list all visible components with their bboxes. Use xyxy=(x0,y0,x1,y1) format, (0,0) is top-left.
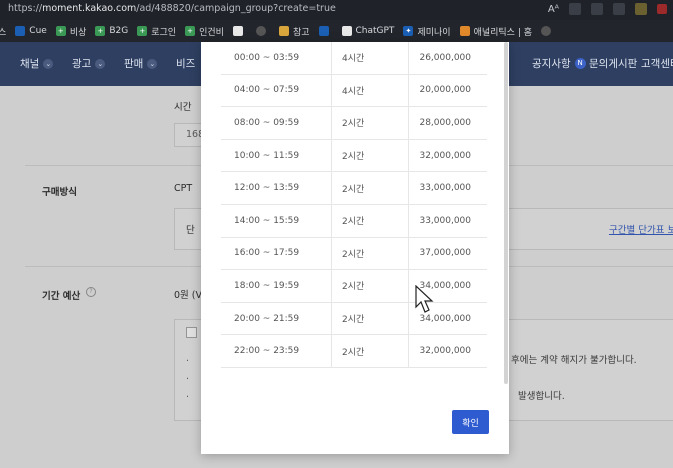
time-cell: 20:00 ~ 21:59 xyxy=(221,302,332,336)
time-slot-price-table: 00:00 ~ 03:59 4시간 26,000,000 04:00 ~ 07:59 4… xyxy=(221,42,487,368)
favorite-star-icon[interactable] xyxy=(569,3,581,15)
modal-scrollbar[interactable] xyxy=(504,42,508,384)
nav-inquiry-board[interactable]: 문의게시판 xyxy=(589,56,637,71)
table-row: 16:00 ~ 17:59 2시간 37,000,000 xyxy=(221,237,487,271)
duration-cell: 2시간 xyxy=(331,237,409,271)
grid-icon xyxy=(15,26,26,36)
time-cell: 08:00 ~ 09:59 xyxy=(221,106,332,140)
bookmark-item[interactable]: 스 xyxy=(0,25,6,38)
price-cell: 28,000,000 xyxy=(408,106,487,140)
circle-icon xyxy=(255,26,266,36)
nav-customer-center[interactable]: 고객센터 xyxy=(641,56,673,71)
price-cell: 20,000,000 xyxy=(408,74,487,108)
sparkle-icon: ✦ xyxy=(403,26,414,36)
time-cell: 14:00 ~ 15:59 xyxy=(221,204,332,238)
bookmark-item[interactable] xyxy=(541,26,555,36)
read-mode-icon[interactable]: Aᴬ xyxy=(548,4,559,15)
sheet-icon: + xyxy=(95,26,106,36)
time-cell: 22:00 ~ 23:59 xyxy=(221,334,332,368)
table-row: 18:00 ~ 19:59 2시간 34,000,000 xyxy=(221,269,487,303)
price-cell: 32,000,000 xyxy=(408,334,487,368)
duration-cell: 4시간 xyxy=(331,74,409,108)
url-text[interactable]: https://moment.kakao.com/ad/488820/campa… xyxy=(8,3,336,14)
bookmark-item[interactable]: + 로그인 xyxy=(137,25,176,38)
price-cell: 33,000,000 xyxy=(408,204,487,238)
bookmark-item[interactable] xyxy=(255,26,270,36)
table-row: 22:00 ~ 23:59 2시간 32,000,000 xyxy=(221,334,487,368)
nav-ads[interactable]: 광고 ⌄ xyxy=(72,56,106,71)
table-row: 08:00 ~ 09:59 2시간 28,000,000 xyxy=(221,106,487,140)
time-cell: 10:00 ~ 11:59 xyxy=(221,139,332,173)
bookmarks-bar: 스 Cue + 비상 + B2G + 로그인 + 인건비 참고 ChatGPT ✦ 제미나… xyxy=(0,20,673,42)
bookmark-item[interactable]: + 비상 xyxy=(55,25,86,38)
sheet-icon: + xyxy=(55,26,66,36)
price-cell: 33,000,000 xyxy=(408,171,487,205)
notification-red-icon[interactable] xyxy=(657,4,667,14)
unit-price-modal: 00:00 ~ 03:59 4시간 26,000,000 04:00 ~ 07:59 4… xyxy=(201,42,509,454)
duration-cell: 2시간 xyxy=(331,302,409,336)
bookmark-item[interactable]: + 인건비 xyxy=(185,25,224,38)
bookmark-item[interactable]: 애널리틱스 | 홈 xyxy=(459,25,532,38)
time-cell: 16:00 ~ 17:59 xyxy=(221,237,332,271)
chevron-down-icon: ⌄ xyxy=(43,58,54,69)
folder-icon xyxy=(278,26,289,36)
table-row: 10:00 ~ 11:59 2시간 32,000,000 xyxy=(221,139,487,173)
bookmark-item[interactable]: 참고 xyxy=(278,25,310,38)
browser-address-bar[interactable]: https://moment.kakao.com/ad/488820/campa… xyxy=(0,0,673,20)
confirm-button[interactable]: 확인 xyxy=(452,410,489,434)
sheet-icon: + xyxy=(185,26,196,36)
duration-cell: 2시간 xyxy=(331,269,409,303)
bookmark-item[interactable] xyxy=(232,26,247,36)
nav-notice[interactable]: 공지사항 N xyxy=(532,56,586,71)
nav-sales[interactable]: 판매 ⌄ xyxy=(124,56,158,71)
table-row: 12:00 ~ 13:59 2시간 33,000,000 xyxy=(221,171,487,205)
sheet-icon: + xyxy=(137,26,148,36)
time-cell: 12:00 ~ 13:59 xyxy=(221,171,332,205)
profile-off-icon[interactable] xyxy=(635,3,647,15)
price-cell: 37,000,000 xyxy=(408,237,487,271)
threads-icon xyxy=(541,26,551,36)
duration-cell: 2시간 xyxy=(331,106,409,140)
duration-cell: 2시간 xyxy=(331,139,409,173)
time-cell: 00:00 ~ 03:59 xyxy=(221,42,332,75)
chatgpt-icon xyxy=(341,26,352,36)
bookmark-item[interactable]: ✦ 제미나이 xyxy=(403,25,451,38)
bookmark-item[interactable]: + B2G xyxy=(95,26,128,36)
extension-icon[interactable] xyxy=(591,3,603,15)
camera-icon[interactable] xyxy=(613,3,625,15)
chevron-down-icon: ⌄ xyxy=(95,58,106,69)
new-badge: N xyxy=(574,58,586,69)
duration-cell: 2시간 xyxy=(331,334,409,368)
price-cell: 26,000,000 xyxy=(408,42,487,75)
abc-icon xyxy=(318,26,329,36)
table-row: 20:00 ~ 21:59 2시간 34,000,000 xyxy=(221,302,487,336)
time-cell: 04:00 ~ 07:59 xyxy=(221,74,332,108)
duration-cell: 2시간 xyxy=(331,204,409,238)
nav-channel[interactable]: 채널 ⌄ xyxy=(20,56,54,71)
duration-cell: 4시간 xyxy=(331,42,409,75)
table-row: 14:00 ~ 15:59 2시간 33,000,000 xyxy=(221,204,487,238)
analytics-icon xyxy=(459,26,470,36)
table-row: 04:00 ~ 07:59 4시간 20,000,000 xyxy=(221,74,487,108)
nav-biz[interactable]: 비즈 xyxy=(176,56,195,71)
mouse-pointer-icon xyxy=(415,285,434,313)
page-icon xyxy=(232,26,243,36)
price-cell: 32,000,000 xyxy=(408,139,487,173)
time-cell: 18:00 ~ 19:59 xyxy=(221,269,332,303)
bookmark-item[interactable]: ChatGPT xyxy=(341,26,394,36)
bookmark-item[interactable] xyxy=(318,26,333,36)
table-row: 00:00 ~ 03:59 4시간 26,000,000 xyxy=(221,42,487,75)
duration-cell: 2시간 xyxy=(331,171,409,205)
chevron-down-icon: ⌄ xyxy=(147,58,158,69)
bookmark-item[interactable]: Cue xyxy=(15,26,47,36)
